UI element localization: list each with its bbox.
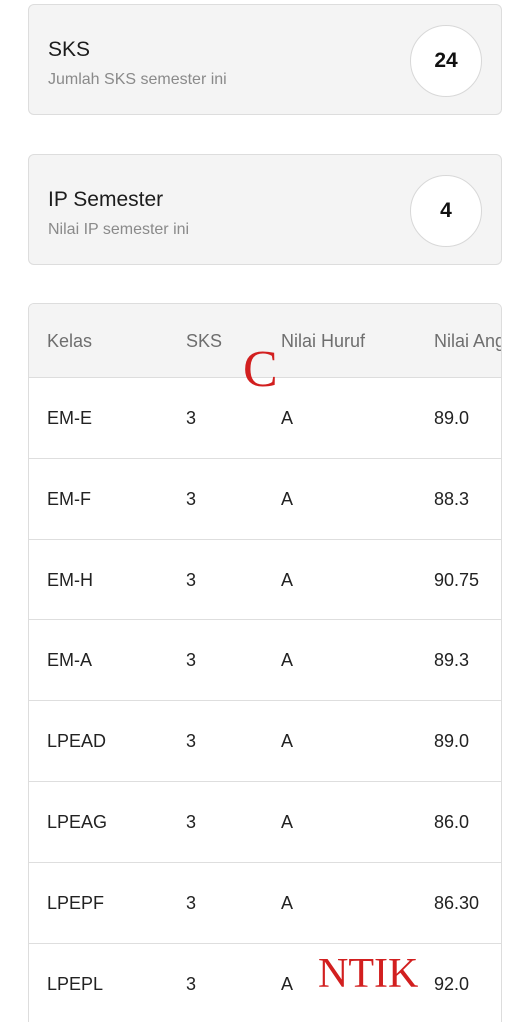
cell-nilai-angka: 86.0 bbox=[434, 811, 470, 832]
cell-nilai-huruf: A bbox=[281, 488, 294, 509]
table-row[interactable]: LPEAG 3 A 86.0 bbox=[29, 782, 501, 863]
cell-sks: 3 bbox=[186, 408, 197, 428]
header-kelas: Kelas bbox=[47, 331, 93, 351]
cell-sks: 3 bbox=[186, 488, 197, 509]
grades-table[interactable]: Kelas SKS Nilai Huruf Nilai Angka EM-E 3… bbox=[28, 303, 502, 1022]
cell-nilai-huruf: A bbox=[281, 973, 294, 994]
sks-card: SKS Jumlah SKS semester ini 24 bbox=[28, 4, 502, 115]
cell-kelas: LPEPF bbox=[47, 892, 105, 913]
cell-kelas: EM-A bbox=[47, 650, 92, 671]
cell-kelas: LPEPL bbox=[47, 973, 104, 994]
cell-nilai-angka: 89.0 bbox=[434, 731, 470, 752]
cell-sks: 3 bbox=[186, 892, 197, 913]
table-row[interactable]: EM-H 3 A 90.75 bbox=[29, 540, 501, 621]
cell-sks: 3 bbox=[186, 731, 197, 752]
cell-kelas: EM-H bbox=[47, 569, 93, 590]
cell-nilai-angka: 92.0 bbox=[434, 973, 470, 994]
cell-kelas: EM-F bbox=[47, 488, 91, 509]
cell-sks: 3 bbox=[186, 650, 197, 671]
cell-nilai-huruf: A bbox=[281, 569, 294, 590]
ip-card-title: IP Semester bbox=[48, 188, 164, 211]
table-row[interactable]: EM-F 3 A 88.3 bbox=[29, 459, 501, 540]
cell-sks: 3 bbox=[186, 973, 197, 994]
table-row[interactable]: LPEPF 3 A 86.30 bbox=[29, 863, 501, 944]
cell-kelas: EM-E bbox=[47, 408, 92, 428]
header-nilai-huruf: Nilai Huruf bbox=[281, 331, 366, 351]
table-row[interactable]: EM-A 3 A 89.3 bbox=[29, 620, 501, 702]
cell-nilai-angka: 90.75 bbox=[434, 569, 480, 590]
cell-nilai-huruf: A bbox=[281, 892, 294, 913]
cell-nilai-huruf: A bbox=[281, 408, 294, 428]
cell-sks: 3 bbox=[186, 569, 197, 590]
cell-kelas: LPEAG bbox=[47, 811, 108, 832]
cell-sks: 3 bbox=[186, 811, 197, 832]
table-row[interactable]: LPEAD 3 A 89.0 bbox=[29, 701, 501, 782]
header-sks: SKS bbox=[186, 331, 223, 351]
ip-card-subtitle: Nilai IP semester ini bbox=[48, 221, 190, 238]
cell-nilai-angka: 86.30 bbox=[434, 892, 480, 913]
cell-nilai-angka: 89.0 bbox=[434, 408, 470, 428]
ip-value-badge: 4 bbox=[410, 175, 482, 247]
header-nilai-angka: Nilai Angka bbox=[434, 331, 501, 351]
cell-nilai-huruf: A bbox=[281, 811, 294, 832]
cell-nilai-angka: 88.3 bbox=[434, 488, 470, 509]
sks-card-subtitle: Jumlah SKS semester ini bbox=[48, 71, 227, 88]
cell-nilai-angka: 89.3 bbox=[434, 650, 470, 671]
ip-semester-card: IP Semester Nilai IP semester ini 4 bbox=[28, 154, 502, 265]
cell-kelas: LPEAD bbox=[47, 731, 107, 752]
table-body: EM-E 3 A 89.0 EM-F 3 A 88.3 EM-H 3 A 90.… bbox=[29, 378, 501, 1022]
sks-value-badge: 24 bbox=[410, 25, 482, 97]
grade-summary-page: SKS Jumlah SKS semester ini 24 IP Semest… bbox=[0, 0, 527, 1022]
sks-card-title: SKS bbox=[48, 38, 91, 61]
table-row[interactable]: LPEPL 3 A 92.0 bbox=[29, 944, 501, 1022]
table-header-row: Kelas SKS Nilai Huruf Nilai Angka bbox=[29, 304, 501, 378]
table-row[interactable]: EM-E 3 A 89.0 bbox=[29, 378, 501, 459]
cell-nilai-huruf: A bbox=[281, 650, 294, 671]
cell-nilai-huruf: A bbox=[281, 731, 294, 752]
